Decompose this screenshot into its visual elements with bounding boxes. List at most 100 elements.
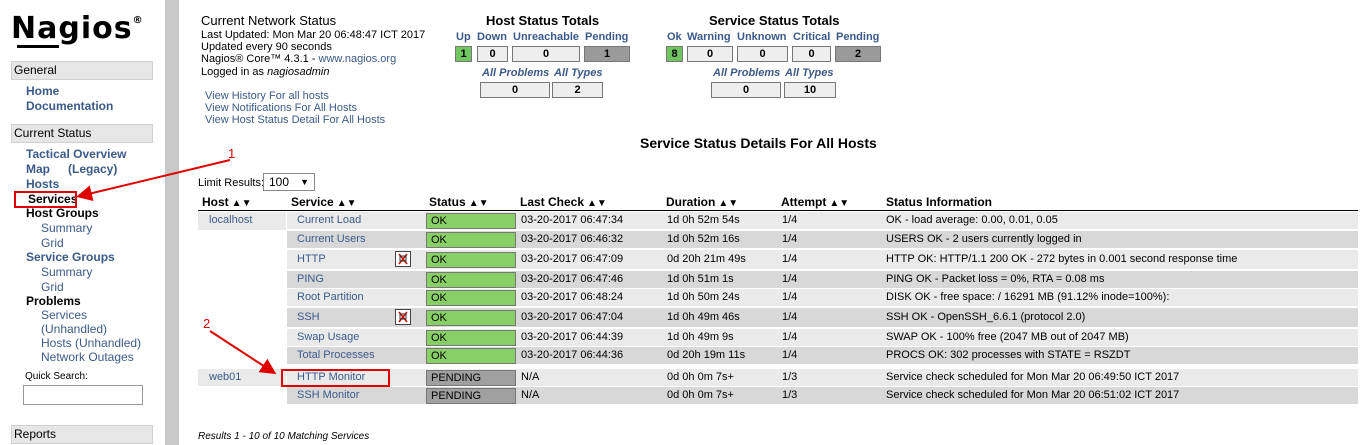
sort-arrows-icon[interactable]: ▲▼ xyxy=(232,198,252,209)
attempt-cell: 1/4 xyxy=(782,214,798,226)
nav-header-current-status: Current Status xyxy=(11,124,153,143)
duration-cell: 1d 0h 49m 9s xyxy=(667,331,734,343)
nav-problems-hosts-unhandled-link[interactable]: Hosts (Unhandled) xyxy=(41,336,141,350)
col-header-attempt[interactable]: Attempt ▲▼ xyxy=(781,195,849,209)
col-header-duration[interactable]: Duration ▲▼ xyxy=(666,195,738,209)
service-link[interactable]: Root Partition xyxy=(297,289,364,306)
host-all-problems-count[interactable]: 0 xyxy=(480,82,550,98)
nav-problems-services-unhandled-link[interactable]: (Unhandled) xyxy=(41,322,107,336)
service-totals-ok-header[interactable]: Ok xyxy=(667,31,682,43)
host-all-types-count[interactable]: 2 xyxy=(552,82,603,98)
service-all-types-label[interactable]: All Types xyxy=(785,67,834,79)
service-all-types-count[interactable]: 10 xyxy=(784,82,836,98)
col-header-status-information: Status Information xyxy=(886,195,993,209)
nagios-org-link[interactable]: www.nagios.org xyxy=(319,53,397,65)
limit-results-select[interactable]: 100 ▼ xyxy=(263,173,315,191)
duration-cell: 1d 0h 50m 24s xyxy=(667,291,740,303)
service-ok-count[interactable]: 8 xyxy=(666,46,683,62)
host-all-types-label[interactable]: All Types xyxy=(554,67,603,79)
host-totals-unreachable-header[interactable]: Unreachable xyxy=(513,31,579,43)
service-link[interactable]: Current Users xyxy=(297,231,365,248)
nav-service-groups-link[interactable]: Service Groups xyxy=(26,250,115,264)
nav-home-link[interactable]: Home xyxy=(26,84,59,98)
notifications-disabled-icon[interactable] xyxy=(395,309,411,325)
host-totals-pending-header[interactable]: Pending xyxy=(585,31,628,43)
page-heading: Service Status Details For All Hosts xyxy=(640,135,877,151)
host-totals-up-header[interactable]: Up xyxy=(456,31,471,43)
col-header-service[interactable]: Service ▲▼ xyxy=(291,195,357,209)
host-all-problems-label[interactable]: All Problems xyxy=(482,67,549,79)
service-link[interactable]: Current Load xyxy=(297,212,361,229)
nav-documentation-link[interactable]: Documentation xyxy=(26,99,113,113)
nav-service-groups-grid-link[interactable]: Grid xyxy=(41,280,64,294)
service-all-problems-count[interactable]: 0 xyxy=(711,82,781,98)
view-host-status-link[interactable]: View Host Status Detail For All Hosts xyxy=(205,114,385,127)
status-badge: OK xyxy=(426,213,516,229)
service-link[interactable]: HTTP xyxy=(297,251,326,268)
status-badge: OK xyxy=(426,310,516,326)
service-all-problems-label[interactable]: All Problems xyxy=(713,67,780,79)
nav-hosts-link[interactable]: Hosts xyxy=(26,177,59,191)
nav-service-groups-summary-link[interactable]: Summary xyxy=(41,265,92,279)
service-link[interactable]: Swap Usage xyxy=(297,329,359,346)
annotation-label-1: 1 xyxy=(228,146,236,161)
nav-tactical-overview-link[interactable]: Tactical Overview xyxy=(26,147,127,161)
service-link[interactable]: SSH Monitor xyxy=(297,387,359,404)
host-unreachable-count[interactable]: 0 xyxy=(512,46,580,62)
status-title: Current Network Status xyxy=(201,13,337,28)
status-info-cell: PROCS OK: 302 processes with STATE = RSZ… xyxy=(886,349,1131,361)
host-cell[interactable]: web01 xyxy=(198,369,286,386)
nav-problems-services-link[interactable]: Services xyxy=(41,308,87,322)
sort-arrows-icon[interactable]: ▲▼ xyxy=(718,198,738,209)
last-updated-text: Last Updated: Mon Mar 20 06:48:47 ICT 20… xyxy=(201,29,426,41)
service-link[interactable]: SSH xyxy=(297,309,320,326)
sort-arrows-icon[interactable]: ▲▼ xyxy=(469,198,489,209)
nav-network-outages-link[interactable]: Network Outages xyxy=(41,350,134,364)
col-header-last-check[interactable]: Last Check ▲▼ xyxy=(520,195,607,209)
status-badge: OK xyxy=(426,330,516,346)
nav-map-link[interactable]: Map xyxy=(26,162,50,176)
quick-search-label: Quick Search: xyxy=(25,371,88,382)
sort-arrows-icon[interactable]: ▲▼ xyxy=(587,198,607,209)
results-count-text: Results 1 - 10 of 10 Matching Services xyxy=(198,431,370,442)
service-totals-unknown-header[interactable]: Unknown xyxy=(737,31,787,43)
status-info-cell: OK - load average: 0.00, 0.01, 0.05 xyxy=(886,214,1058,226)
duration-cell: 1d 0h 52m 16s xyxy=(667,233,740,245)
col-header-host[interactable]: Host ▲▼ xyxy=(202,195,251,209)
nagios-logo[interactable]: Nagios® xyxy=(11,11,144,46)
view-history-link[interactable]: View History For all hosts xyxy=(205,90,329,103)
service-totals-warning-header[interactable]: Warning xyxy=(687,31,731,43)
service-totals-critical-header[interactable]: Critical xyxy=(793,31,830,43)
nav-header-general: General xyxy=(11,61,153,80)
annotation-arrow-2 xyxy=(209,330,277,375)
duration-cell: 0d 20h 19m 11s xyxy=(667,349,746,361)
sidebar-scrollbar[interactable] xyxy=(165,0,179,445)
host-up-count[interactable]: 1 xyxy=(455,46,472,62)
nav-host-groups-grid-link[interactable]: Grid xyxy=(41,236,64,250)
service-warning-count[interactable]: 0 xyxy=(687,46,733,62)
service-critical-count[interactable]: 0 xyxy=(792,46,831,62)
service-pending-count[interactable]: 2 xyxy=(835,46,881,62)
host-totals-title: Host Status Totals xyxy=(486,13,600,28)
host-totals-down-header[interactable]: Down xyxy=(477,31,507,43)
service-link[interactable]: Total Processes xyxy=(297,347,375,364)
nav-map-legacy-link[interactable]: (Legacy) xyxy=(68,162,117,176)
notifications-disabled-icon[interactable] xyxy=(395,251,411,267)
service-totals-title: Service Status Totals xyxy=(709,13,840,28)
duration-cell: 0d 0h 0m 7s+ xyxy=(667,371,734,383)
service-totals-pending-header[interactable]: Pending xyxy=(836,31,879,43)
host-down-count[interactable]: 0 xyxy=(477,46,508,62)
last-check-cell: 03-20-2017 06:47:09 xyxy=(521,253,624,265)
last-check-cell: 03-20-2017 06:47:34 xyxy=(521,214,624,226)
last-check-cell: 03-20-2017 06:44:36 xyxy=(521,349,624,361)
host-cell[interactable]: localhost xyxy=(198,212,286,230)
col-header-status[interactable]: Status ▲▼ xyxy=(429,195,488,209)
quick-search-input[interactable] xyxy=(23,385,143,405)
host-pending-count[interactable]: 1 xyxy=(584,46,630,62)
service-unknown-count[interactable]: 0 xyxy=(737,46,788,62)
nav-host-groups-summary-link[interactable]: Summary xyxy=(41,221,92,235)
service-link[interactable]: PING xyxy=(297,271,324,288)
sort-arrows-icon[interactable]: ▲▼ xyxy=(829,198,849,209)
view-notifications-link[interactable]: View Notifications For All Hosts xyxy=(205,102,357,115)
sort-arrows-icon[interactable]: ▲▼ xyxy=(337,198,357,209)
